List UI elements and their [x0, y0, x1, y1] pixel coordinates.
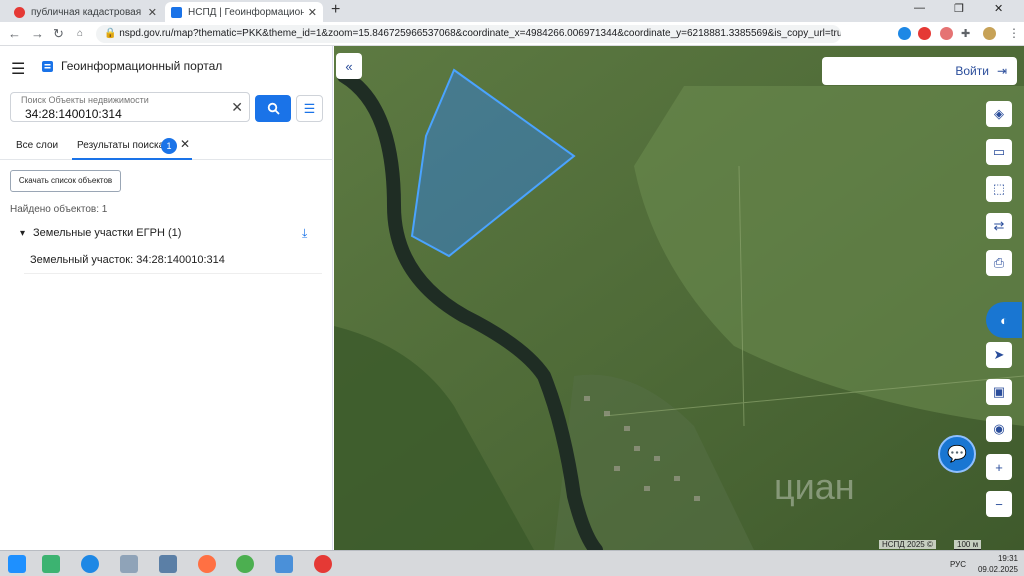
pin-icon: ◉: [993, 421, 1005, 436]
filter-button[interactable]: ☰: [296, 95, 323, 122]
yandex-extension-icon[interactable]: [918, 27, 931, 40]
close-window-button[interactable]: ✕: [994, 2, 1003, 15]
tab-cadastral-map[interactable]: публичная кадастровая карта — ✕: [8, 2, 163, 22]
home-icon[interactable]: ⌂: [77, 28, 83, 39]
chat-button[interactable]: 💬: [938, 435, 976, 473]
login-label: Войти: [955, 64, 989, 78]
basemap-button[interactable]: ▣: [986, 379, 1012, 405]
chevron-down-icon[interactable]: ▾: [20, 228, 25, 239]
address-bar-row: ← → ↻ ⌂ 🔒 nspd.gov.ru/map?thematic=PKK&t…: [0, 22, 1024, 46]
map-frame-icon: ▣: [992, 384, 1006, 399]
forward-button[interactable]: →: [31, 26, 44, 41]
ie-icon[interactable]: [81, 555, 99, 573]
search-value: 34:28:140010:314: [25, 107, 122, 121]
new-tab-button[interactable]: +: [331, 1, 340, 19]
tab-nspd[interactable]: НСПД | Геоинформационный п ✕: [165, 2, 323, 22]
locate-button[interactable]: ➤: [986, 342, 1012, 368]
windows-taskbar: РУС 19:31 09.02.2025: [0, 550, 1024, 576]
browser-tab-bar: публичная кадастровая карта — ✕ НСПД | Г…: [0, 0, 1024, 22]
download-icon[interactable]: ⤓: [302, 226, 307, 241]
nspd-favicon-icon: [171, 6, 182, 18]
url-text: nspd.gov.ru/map?thematic=PKK&theme_id=1&…: [119, 28, 841, 39]
search-icon: [267, 102, 280, 115]
search-input[interactable]: Поиск Объекты недвижимости 34:28:140010:…: [10, 92, 250, 122]
found-count: Найдено объектов: 1: [10, 204, 108, 215]
tab-all-layers[interactable]: Все слои: [16, 140, 58, 151]
start-button[interactable]: [8, 555, 26, 573]
login-button[interactable]: Войти ⇥: [822, 57, 1017, 85]
date: 09.02.2025: [977, 565, 1018, 574]
map-scale: 100 м: [954, 540, 982, 550]
chat-icon: 💬: [947, 446, 967, 463]
clock[interactable]: 19:31 09.02.2025: [978, 553, 1018, 575]
avatar[interactable]: [983, 27, 996, 40]
portal-title: Геоинформационный портал: [61, 59, 223, 73]
lock-icon: 🔒: [104, 28, 120, 39]
group-land-plots[interactable]: ▾ Земельные участки ЕГРН (1): [20, 227, 181, 239]
group-label: Земельные участки ЕГРН (1): [33, 227, 182, 239]
active-tab-indicator: [72, 158, 192, 160]
divider: [24, 273, 322, 274]
layers-button[interactable]: ◈: [986, 101, 1012, 127]
reload-button[interactable]: ↻: [53, 26, 64, 42]
tab-close-icon[interactable]: ✕: [308, 6, 317, 19]
clear-search-icon[interactable]: ✕: [231, 99, 243, 116]
home-app-icon[interactable]: [275, 555, 293, 573]
navigation-arrow-icon: ➤: [993, 347, 1005, 362]
app-icon[interactable]: [159, 555, 177, 573]
watermark: циан: [774, 466, 855, 507]
hamburger-menu-icon[interactable]: ☰: [11, 59, 25, 79]
menu-dots-icon[interactable]: ⋮: [1008, 26, 1020, 40]
layers-icon: ◈: [994, 106, 1004, 121]
app-icon[interactable]: [120, 555, 138, 573]
login-icon: ⇥: [996, 64, 1007, 78]
search-button[interactable]: [255, 95, 291, 122]
firefox-icon[interactable]: [198, 555, 216, 573]
select-area-button[interactable]: ⬚: [986, 176, 1012, 202]
print-button[interactable]: ⎙: [986, 250, 1012, 276]
tab-search-results[interactable]: Результаты поиска: [77, 140, 164, 151]
collapse-panel-button[interactable]: «: [336, 53, 362, 79]
search-panel: ☰ Геоинформационный портал Поиск Объекты…: [0, 46, 333, 550]
back-button[interactable]: ←: [8, 26, 21, 41]
extension-icon[interactable]: [940, 27, 953, 40]
puzzle-icon[interactable]: ✚: [961, 27, 970, 40]
portal-logo-icon: [42, 61, 53, 72]
assistant-icon: ◐: [1000, 312, 1008, 328]
minimize-button[interactable]: —: [914, 2, 925, 14]
pin-button[interactable]: ◉: [986, 416, 1012, 442]
download-list-button[interactable]: Скачать список объектов: [10, 170, 121, 192]
satellite-map[interactable]: [334, 46, 1024, 550]
list-item[interactable]: Земельный участок: 34:28:140010:314: [30, 254, 225, 266]
extension-icon[interactable]: [898, 27, 911, 40]
url-field[interactable]: 🔒 nspd.gov.ru/map?thematic=PKK&theme_id=…: [96, 25, 841, 43]
tab-title: публичная кадастровая карта —: [31, 6, 144, 18]
yandex-icon[interactable]: [314, 555, 332, 573]
app-icon[interactable]: [42, 555, 60, 573]
measure-button[interactable]: ▭: [986, 139, 1012, 165]
map-copyright: НСПД 2025 ©: [879, 540, 936, 549]
language-indicator[interactable]: РУС: [950, 560, 966, 569]
close-results-icon[interactable]: ✕: [180, 137, 190, 151]
zoom-out-button[interactable]: −: [986, 491, 1012, 517]
tab-close-icon[interactable]: ✕: [148, 6, 157, 19]
maximize-button[interactable]: ❐: [954, 2, 964, 15]
time: 19:31: [997, 554, 1018, 563]
results-count-badge: 1: [161, 138, 177, 154]
sliders-icon: ☰: [303, 101, 316, 116]
tab-title: НСПД | Геоинформационный п: [188, 6, 304, 18]
yandex-favicon-icon: [14, 6, 25, 18]
assistant-button[interactable]: ◐: [986, 302, 1022, 338]
search-caption: Поиск Объекты недвижимости: [21, 95, 149, 105]
map-view[interactable]: « Войти ⇥ ◈ ▭ ⬚ ⇄ ⎙ ◐ ➤ ▣ ◉ + − 💬 циан Н…: [334, 46, 1024, 550]
ruler-icon: ▭: [992, 144, 1006, 159]
chrome-icon[interactable]: [236, 555, 254, 573]
share-icon: ⇄: [993, 218, 1005, 233]
print-icon: ⎙: [993, 255, 1005, 270]
zoom-in-button[interactable]: +: [986, 454, 1012, 480]
share-button[interactable]: ⇄: [986, 213, 1012, 239]
select-icon: ⬚: [992, 181, 1006, 196]
